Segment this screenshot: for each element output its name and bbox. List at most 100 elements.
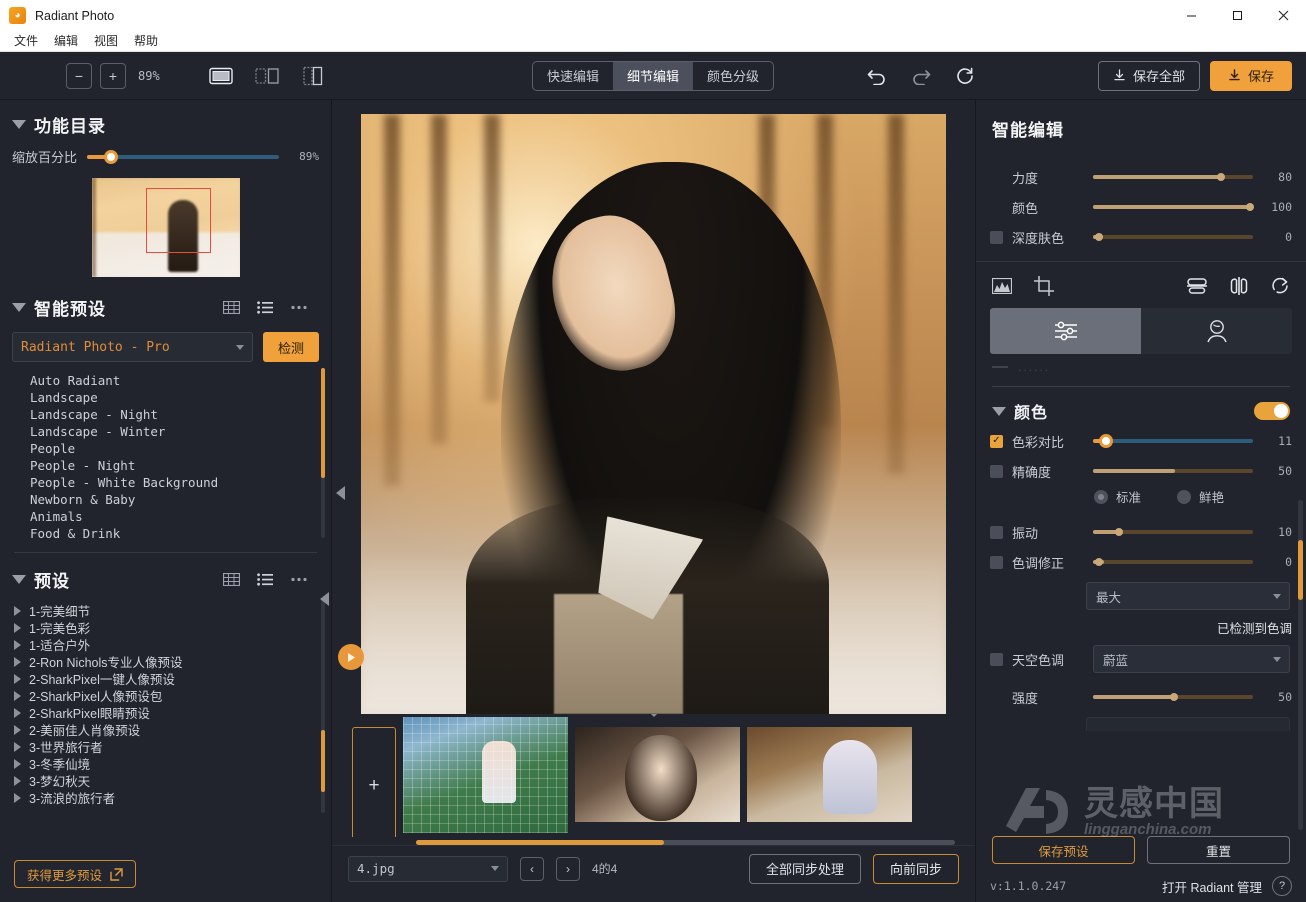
list-item[interactable]: 3-梦幻秋天 — [0, 772, 331, 789]
sliders-tab[interactable] — [990, 308, 1141, 354]
filename-combo[interactable]: 4.jpg — [348, 855, 508, 882]
portrait-tab[interactable] — [1141, 308, 1292, 354]
sky-tone-checkbox[interactable] — [990, 652, 1003, 666]
list-item[interactable]: 2-美丽佳人肖像预设 — [0, 721, 331, 738]
presets-header[interactable]: 预设 — [0, 553, 331, 598]
smart-preset-list[interactable]: Auto Radiant Landscape Landscape - Night… — [0, 366, 331, 544]
next-photo-arrow-button[interactable] — [338, 644, 364, 670]
list-item[interactable]: 2-SharkPixel一键人像预设 — [0, 670, 331, 687]
tab-detail-edit[interactable]: 细节编辑 — [612, 61, 694, 90]
zoom-in-button[interactable]: + — [100, 62, 126, 89]
filmstrip-scrollbar[interactable] — [416, 840, 955, 845]
smart-list-scrollbar[interactable] — [321, 368, 325, 538]
list-item[interactable]: 3-冬季仙境 — [0, 755, 331, 772]
sky-strength-slider[interactable] — [1093, 693, 1253, 701]
maximize-button[interactable] — [1214, 0, 1260, 31]
list-item[interactable]: Flowers & Plants — [0, 542, 331, 544]
tone-correction-slider[interactable] — [1093, 558, 1253, 566]
tone-combo[interactable]: 最大 — [1086, 582, 1290, 610]
zoom-slider[interactable] — [87, 149, 279, 164]
flip-horizontal-icon[interactable] — [1229, 277, 1249, 295]
open-radiant-manager-link[interactable]: 打开 Radiant 管理 — [1162, 877, 1262, 896]
navigator-thumbnail[interactable] — [91, 178, 240, 277]
single-view-icon[interactable] — [206, 65, 236, 87]
grid-view-icon[interactable] — [223, 301, 240, 314]
minimize-button[interactable] — [1168, 0, 1214, 31]
tab-quick-edit[interactable]: 快速编辑 — [533, 62, 613, 90]
list-item[interactable]: Landscape - Winter — [0, 423, 331, 440]
accuracy-slider[interactable] — [1093, 469, 1253, 473]
more-options-icon[interactable] — [291, 305, 307, 310]
menu-help[interactable]: 帮助 — [128, 33, 164, 49]
color-section-header[interactable]: 颜色 — [976, 387, 1306, 423]
color-contrast-checkbox[interactable] — [990, 434, 1003, 448]
tab-color-grading[interactable]: 颜色分级 — [693, 62, 773, 90]
list-view-icon[interactable] — [257, 301, 273, 314]
save-button[interactable]: 保存 — [1209, 60, 1292, 91]
list-item[interactable]: People — [0, 440, 331, 457]
list-item[interactable]: Animals — [0, 508, 331, 525]
list-item[interactable]: 2-SharkPixel人像预设包 — [0, 687, 331, 704]
list-item[interactable]: Landscape — [0, 389, 331, 406]
strength-slider[interactable] — [1093, 173, 1253, 181]
next-photo-button[interactable]: › — [556, 856, 580, 881]
crop-icon[interactable] — [1034, 276, 1054, 296]
preset-tree[interactable]: 1-完美细节 1-完美色彩 1-适合户外 2-Ron Nichols专业人像预设… — [0, 598, 331, 813]
redo-icon[interactable] — [910, 65, 932, 87]
color-contrast-slider[interactable] — [1093, 434, 1253, 448]
catalog-header[interactable]: 功能目录 — [0, 100, 331, 143]
vibrance-checkbox[interactable] — [990, 525, 1003, 539]
deep-skin-tone-checkbox[interactable] — [990, 230, 1003, 244]
accuracy-checkbox[interactable] — [990, 464, 1003, 478]
list-item[interactable]: People - Night — [0, 457, 331, 474]
split-view-icon[interactable] — [252, 65, 282, 87]
list-item[interactable]: 1-适合户外 — [0, 636, 331, 653]
crop-view-icon[interactable] — [298, 65, 328, 87]
color-section-toggle[interactable] — [1254, 402, 1290, 420]
get-more-presets-button[interactable]: 获得更多预设 — [14, 860, 137, 888]
list-item[interactable] — [575, 727, 740, 822]
menu-edit[interactable]: 编辑 — [48, 33, 84, 49]
list-item[interactable]: 3-流浪的旅行者 — [0, 789, 331, 806]
radio-standard[interactable] — [1094, 489, 1108, 504]
tone-correction-checkbox[interactable] — [990, 555, 1003, 569]
partial-combo[interactable] — [1086, 717, 1290, 731]
preset-tree-scrollbar[interactable] — [321, 598, 325, 813]
save-all-button[interactable]: 保存全部 — [1097, 60, 1200, 91]
list-item[interactable]: Food & Drink — [0, 525, 331, 542]
add-photo-button[interactable]: + — [352, 727, 396, 837]
list-item[interactable]: Landscape - Night — [0, 406, 331, 423]
list-item[interactable]: Newborn & Baby — [0, 491, 331, 508]
list-item[interactable]: People - White Background — [0, 474, 331, 491]
deep-skin-tone-slider[interactable] — [1093, 233, 1253, 241]
flip-vertical-icon[interactable] — [1187, 277, 1207, 295]
collapse-sidebar-arrow-icon[interactable] — [320, 592, 329, 606]
zoom-out-button[interactable]: − — [66, 62, 92, 89]
more-options-icon[interactable] — [291, 577, 307, 582]
navigator-viewport-rect[interactable] — [146, 187, 212, 254]
list-item[interactable]: 1-完美色彩 — [0, 619, 331, 636]
vibrance-slider[interactable] — [1093, 528, 1253, 536]
prev-photo-button[interactable]: ‹ — [520, 856, 544, 881]
help-button[interactable]: ? — [1272, 876, 1292, 896]
list-item[interactable]: Auto Radiant — [0, 372, 331, 389]
undo-icon[interactable] — [866, 65, 888, 87]
sync-forward-button[interactable]: 向前同步 — [872, 853, 959, 884]
rotate-icon[interactable] — [1271, 277, 1290, 296]
profile-combo[interactable]: Radiant Photo - Pro — [12, 332, 253, 362]
sync-all-button[interactable]: 全部同步处理 — [748, 853, 861, 884]
radio-vivid[interactable] — [1177, 489, 1192, 504]
reset-icon[interactable] — [954, 65, 976, 87]
right-panel-scrollbar[interactable] — [1298, 500, 1303, 830]
grid-view-icon[interactable] — [223, 573, 240, 586]
list-item[interactable]: 2-Ron Nichols专业人像预设 — [0, 653, 331, 670]
list-item[interactable] — [747, 727, 912, 822]
smart-presets-header[interactable]: 智能预设 — [0, 277, 331, 326]
list-item[interactable] — [403, 717, 568, 833]
reset-button[interactable]: 重置 — [1147, 836, 1290, 864]
sky-tone-combo[interactable]: 蔚蓝 — [1093, 645, 1290, 673]
menu-view[interactable]: 视图 — [88, 33, 124, 49]
filmstrip[interactable]: + — [332, 717, 975, 837]
save-preset-button[interactable]: 保存预设 — [992, 836, 1135, 864]
list-view-icon[interactable] — [257, 573, 273, 586]
